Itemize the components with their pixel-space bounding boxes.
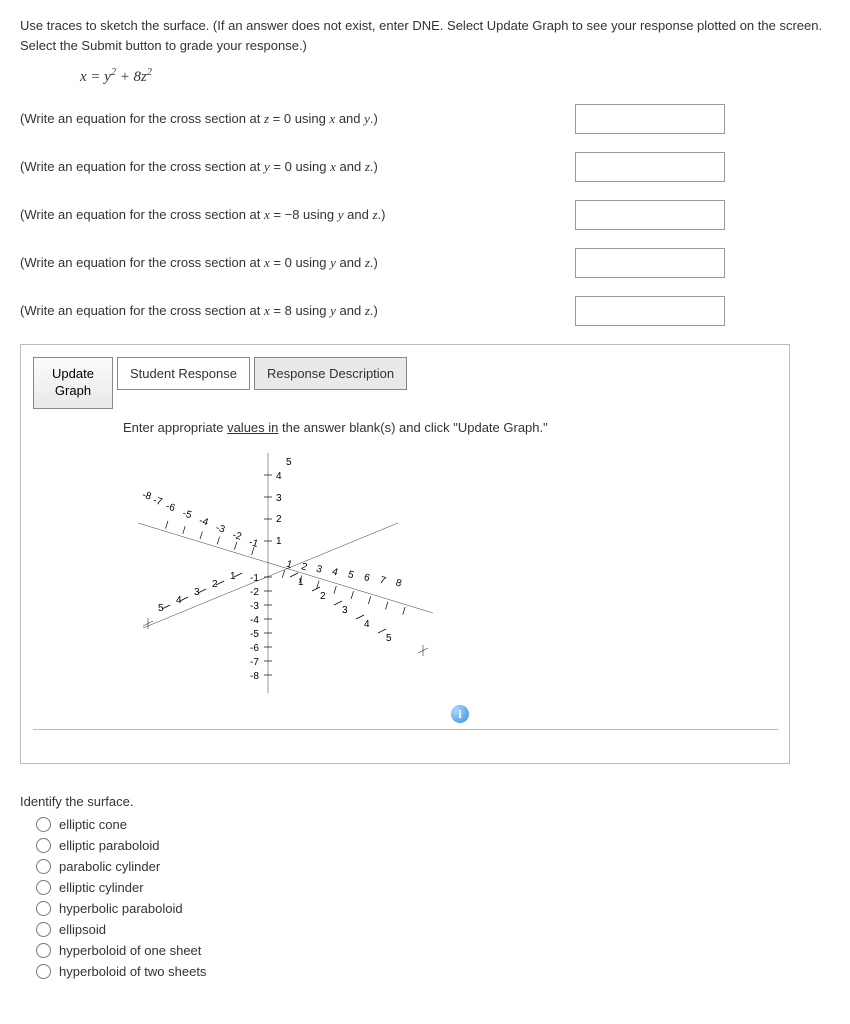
svg-text:4: 4 [331,566,340,578]
surface-radio[interactable] [36,817,51,832]
surface-option-label: parabolic cylinder [59,859,160,874]
graph-plot: 1 2 3 4 5 -1 -2 -3 -4 -5 -6 -7 -8 [123,443,443,723]
svg-text:-8: -8 [250,671,259,682]
info-icon[interactable]: i [451,705,469,723]
cross-section-2: (Write an equation for the cross section… [20,152,830,182]
update-graph-button[interactable]: Update Graph [33,357,113,409]
svg-text:5: 5 [386,633,392,644]
surface-option[interactable]: hyperboloid of one sheet [36,943,830,958]
surface-option-label: elliptic paraboloid [59,838,159,853]
surface-option-label: hyperboloid of one sheet [59,943,201,958]
svg-text:7: 7 [378,575,387,587]
y-pos-ticks: 1 2 3 4 5 [290,573,392,644]
answer-input-4[interactable] [575,248,725,278]
z-pos-ticks: 1 2 3 4 5 [264,457,292,547]
svg-text:-6: -6 [165,501,177,514]
svg-text:3: 3 [342,605,348,616]
cross-section-1: (Write an equation for the cross section… [20,104,830,134]
cross-section-5: (Write an equation for the cross section… [20,296,830,326]
surface-equation: x = y2 + 8z2 [80,67,830,86]
svg-text:-4: -4 [198,515,210,528]
identify-section: Identify the surface. elliptic cone ellip… [20,794,830,979]
x-neg-ticks: -1 -2 -3 -4 -5 -6 -7 -8 [141,490,260,555]
graph-widget: Update Graph Student Response Response D… [20,344,790,764]
surface-option[interactable]: parabolic cylinder [36,859,830,874]
svg-text:-3: -3 [250,601,259,612]
svg-text:-6: -6 [250,643,259,654]
svg-text:4: 4 [364,619,370,630]
svg-text:3: 3 [276,493,282,504]
svg-text:-2: -2 [231,530,243,543]
problem-intro: Use traces to sketch the surface. (If an… [20,16,830,55]
surface-radio[interactable] [36,859,51,874]
svg-text:5: 5 [347,569,356,581]
surface-radio[interactable] [36,901,51,916]
svg-text:-1: -1 [248,537,260,550]
svg-text:6: 6 [362,572,371,584]
svg-text:-1: -1 [250,573,259,584]
cross-section-4: (Write an equation for the cross section… [20,248,830,278]
tab-student-response[interactable]: Student Response [117,357,250,390]
surface-option[interactable]: hyperbolic paraboloid [36,901,830,916]
svg-text:-4: -4 [250,615,259,626]
surface-radio[interactable] [36,943,51,958]
svg-text:-2: -2 [250,587,259,598]
svg-text:-5: -5 [250,629,259,640]
cross-section-3: (Write an equation for the cross section… [20,200,830,230]
svg-text:1: 1 [285,559,294,571]
svg-text:3: 3 [315,564,324,576]
answer-input-2[interactable] [575,152,725,182]
svg-text:2: 2 [320,591,326,602]
svg-text:1: 1 [276,536,282,547]
z-neg-ticks: -1 -2 -3 -4 -5 -6 -7 -8 [250,573,272,682]
svg-text:-7: -7 [152,495,164,508]
surface-option[interactable]: elliptic cylinder [36,880,830,895]
surface-option-label: hyperbolic paraboloid [59,901,183,916]
surface-option-label: elliptic cone [59,817,127,832]
svg-text:4: 4 [276,471,282,482]
svg-text:-8: -8 [141,490,153,503]
svg-text:-5: -5 [181,508,193,521]
surface-option[interactable]: elliptic cone [36,817,830,832]
svg-text:8: 8 [394,577,403,589]
surface-radio[interactable] [36,838,51,853]
svg-text:-3: -3 [214,522,226,535]
surface-option-label: hyperboloid of two sheets [59,964,206,979]
surface-option-label: elliptic cylinder [59,880,144,895]
svg-text:2: 2 [276,514,282,525]
surface-radio[interactable] [36,964,51,979]
surface-radio[interactable] [36,922,51,937]
svg-text:-7: -7 [250,657,259,668]
surface-option[interactable]: elliptic paraboloid [36,838,830,853]
svg-text:5: 5 [286,457,292,468]
surface-option[interactable]: hyperboloid of two sheets [36,964,830,979]
graph-instruction: Enter appropriate values in the answer b… [123,419,777,437]
answer-input-5[interactable] [575,296,725,326]
svg-text:1: 1 [298,577,304,588]
answer-input-3[interactable] [575,200,725,230]
surface-radio[interactable] [36,880,51,895]
answer-input-1[interactable] [575,104,725,134]
divider [33,729,778,730]
identify-title: Identify the surface. [20,794,830,809]
surface-option[interactable]: ellipsoid [36,922,830,937]
surface-option-label: ellipsoid [59,922,106,937]
tab-response-description[interactable]: Response Description [254,357,407,390]
